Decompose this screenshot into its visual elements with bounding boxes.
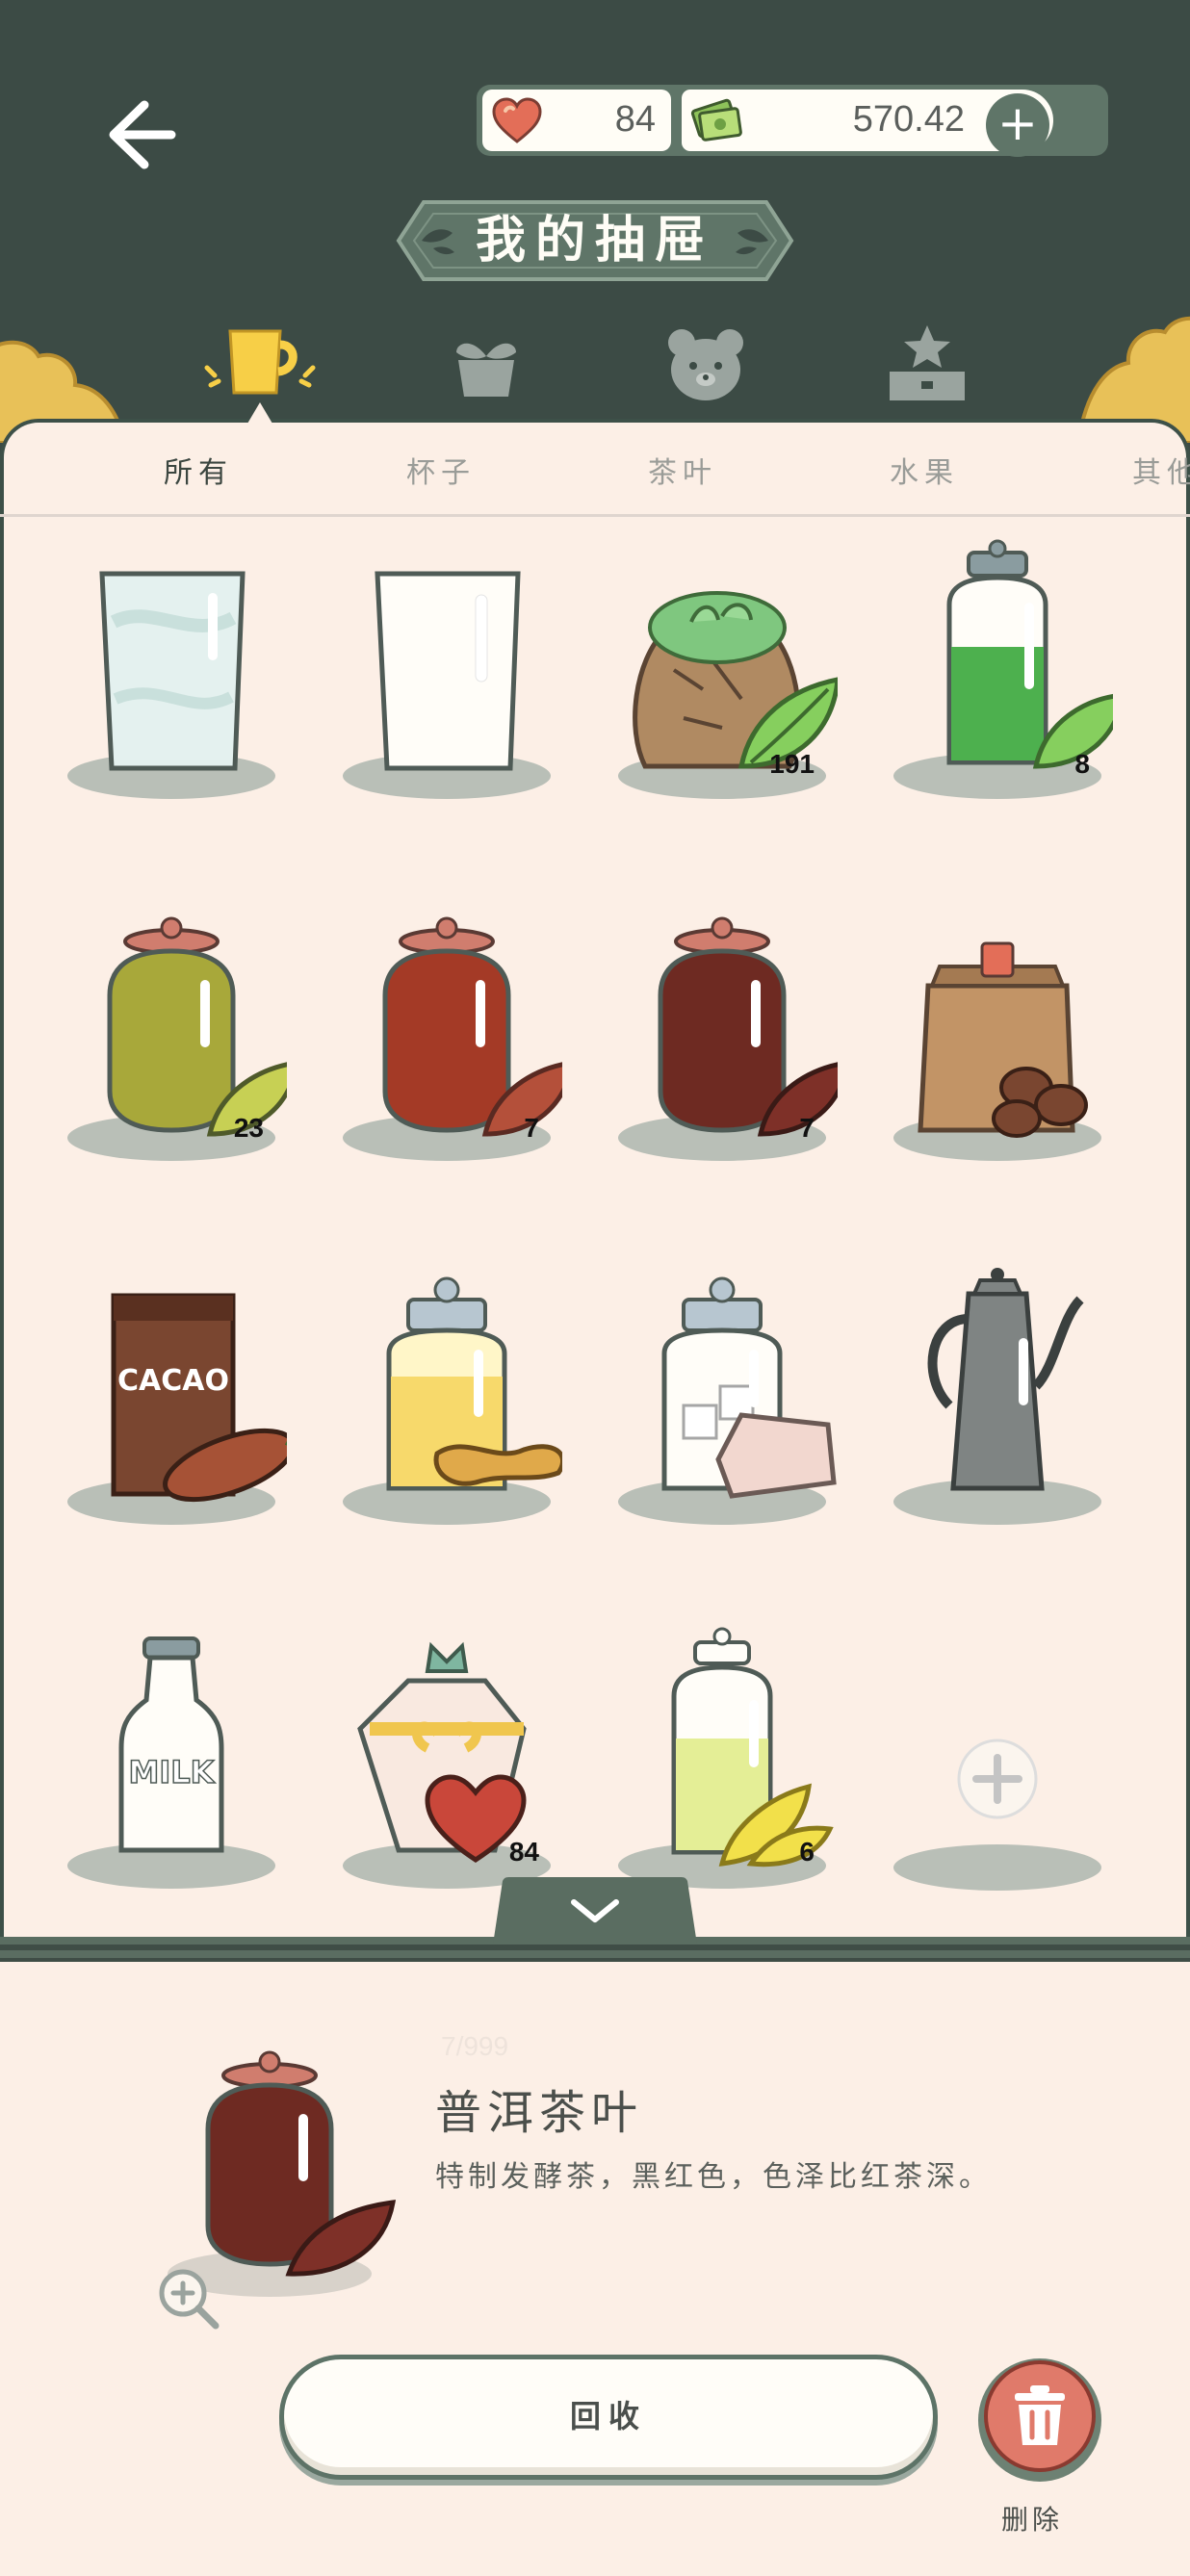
- star-stand-icon: [890, 325, 965, 400]
- item-description: 特制发酵茶，黑红色，色泽比红茶深。: [435, 2160, 992, 2194]
- item-slot-yellow-tea-jar[interactable]: 23: [56, 899, 287, 1178]
- item-count: 6: [799, 1837, 815, 1867]
- item-name: 普洱茶叶: [435, 2086, 644, 2140]
- item-count: 23: [233, 1113, 264, 1143]
- page-title: 我的抽屉: [475, 212, 714, 270]
- heart-icon: [492, 97, 542, 143]
- item-slot-puer-tea-jar[interactable]: 7: [607, 899, 838, 1178]
- item-slot-sparkle-tea-jar[interactable]: 6: [607, 1623, 838, 1902]
- subtab-other[interactable]: 其他: [1132, 449, 1190, 491]
- resource-bar: 84 570.42 +: [477, 85, 1108, 157]
- add-slot-icon: [893, 1739, 1101, 1891]
- sugar-jar-icon: [618, 1276, 837, 1525]
- category-tab-cup[interactable]: [197, 318, 323, 414]
- cacao-label: CACAO: [117, 1364, 229, 1398]
- coffee-pot-icon: [893, 1268, 1101, 1525]
- ginger-jar-icon: [343, 1276, 562, 1525]
- hearts-counter: 84: [482, 90, 671, 151]
- item-count: 7: [524, 1113, 539, 1143]
- subtab-bar: 所有 杯子 茶叶 水果 其他: [0, 424, 1190, 516]
- item-count: 8: [1074, 749, 1090, 779]
- item-count: 84: [508, 1837, 539, 1867]
- item-slot-ginger-jar[interactable]: [331, 1261, 562, 1540]
- milk-label: MILK: [129, 1754, 216, 1790]
- panel-bottom-line: [0, 1950, 1190, 1958]
- cup-icon: [204, 329, 316, 395]
- item-slot-add[interactable]: [882, 1623, 1113, 1902]
- back-arrow-icon: [109, 100, 176, 169]
- active-tab-indicator: [247, 402, 272, 424]
- plant-pot-icon: [456, 343, 516, 397]
- item-slot-milk-bottle[interactable]: MILK: [56, 1623, 287, 1902]
- item-count: 191: [769, 749, 815, 779]
- item-slot-cacao-box[interactable]: CACAO: [56, 1261, 287, 1540]
- cacao-box-icon: CACAO: [67, 1293, 287, 1525]
- hearts-value: 84: [614, 99, 656, 140]
- category-tab-trophy[interactable]: [865, 318, 990, 414]
- item-slot-green-tea-jar[interactable]: 8: [882, 535, 1113, 814]
- category-tab-bear[interactable]: [643, 318, 768, 414]
- bear-icon: [668, 329, 743, 400]
- item-slot-glass-milk[interactable]: [56, 535, 287, 814]
- money-value: 570.42: [852, 99, 965, 140]
- item-count-label: 7/999: [441, 2031, 509, 2061]
- subtab-fruit[interactable]: 水果: [890, 449, 959, 491]
- back-button[interactable]: [96, 91, 183, 178]
- glass-milk-icon: [67, 571, 275, 799]
- delete-button[interactable]: [974, 2355, 1105, 2486]
- item-slot-glass-empty[interactable]: [331, 535, 562, 814]
- subtab-all[interactable]: 所有: [164, 449, 233, 491]
- recycle-button[interactable]: 回收: [279, 2355, 938, 2480]
- item-slot-red-tea-jar[interactable]: 7: [331, 899, 562, 1178]
- money-counter: 570.42 +: [682, 90, 1053, 157]
- item-slot-coffee-bean-bag[interactable]: [882, 899, 1113, 1178]
- trash-icon: [1015, 2385, 1065, 2445]
- add-money-button[interactable]: +: [986, 93, 1049, 157]
- subtab-tea[interactable]: 茶叶: [648, 449, 717, 491]
- delete-label: 删除: [1001, 2504, 1064, 2536]
- item-count: 7: [799, 1113, 815, 1143]
- item-slot-sugar-jar[interactable]: [607, 1261, 838, 1540]
- subtab-divider: [0, 514, 1190, 517]
- subtab-cups[interactable]: 杯子: [406, 449, 476, 491]
- milk-bottle-icon: MILK: [67, 1636, 275, 1889]
- zoom-in-icon[interactable]: [154, 2264, 223, 2333]
- title-banner: 我的抽屉: [375, 185, 815, 296]
- glass-empty-icon: [343, 571, 551, 799]
- item-slot-coffee-pot[interactable]: [882, 1261, 1113, 1540]
- expand-button[interactable]: [493, 1877, 697, 1945]
- item-slot-heart-candy-jar[interactable]: 84: [331, 1623, 562, 1902]
- item-slot-green-tea-sack[interactable]: 191: [607, 535, 838, 814]
- category-tab-plant[interactable]: [424, 318, 549, 414]
- coffee-bean-bag-icon: [893, 941, 1101, 1161]
- money-icon: [690, 98, 742, 142]
